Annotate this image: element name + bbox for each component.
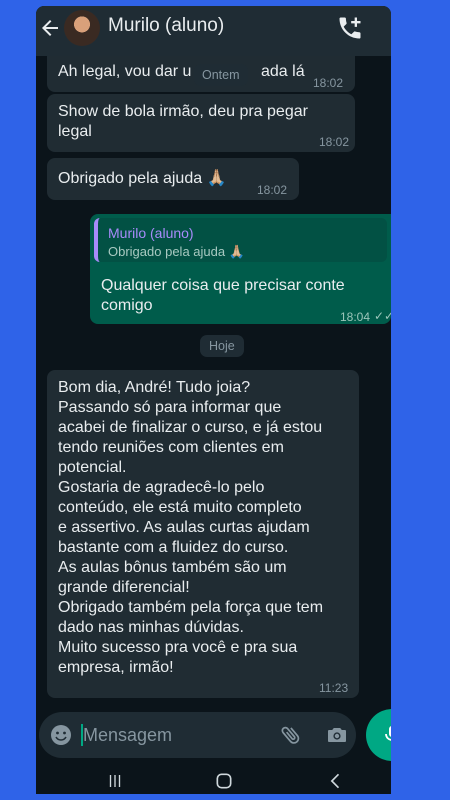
date-pill-hoje: Hoje [200,335,244,357]
message-line: grande diferencial! [58,579,190,596]
message-time: 18:02 [319,135,350,149]
contact-name[interactable]: Murilo (aluno) [108,15,224,37]
home-icon[interactable] [214,771,234,791]
message-line: Gostaria de agradecê-lo pelo [58,479,265,496]
message-line: conteúdo, ele está muito completo [58,499,302,516]
message-line: bastante com a fluidez do curso. [58,539,289,556]
nav-back-icon[interactable] [326,771,346,791]
message-time: 18:02 [257,183,288,197]
message-line: empresa, irmão! [58,659,174,676]
avatar[interactable] [64,10,100,46]
camera-icon[interactable] [325,723,349,747]
message-line: potencial. [58,459,127,476]
paperclip-icon[interactable] [279,723,303,747]
message-bubble[interactable]: Bom dia, André! Tudo joia? Passando só p… [47,370,359,698]
message-text: Qualquer coisa que precisar conte comigo [101,277,345,314]
message-line: tendo reuniões com clientes em [58,439,284,456]
recent-apps-icon[interactable] [104,772,126,790]
system-nav-bar [36,768,391,794]
message-text-tail: ada lá [261,63,305,80]
arrow-left-icon[interactable] [38,16,62,40]
message-line: Passando só para informar que [58,399,282,416]
message-input[interactable]: Mensagem [83,725,172,746]
message-line: Bom dia, André! Tudo joia? [58,379,251,396]
message-text: Show de bola irmão, deu pra pegar legal [58,103,308,140]
date-pill-ontem: Ontem [194,64,248,86]
message-bubble[interactable]: Obrigado pela ajuda 🙏🏼 18:02 [47,158,299,200]
chat-area[interactable]: Ah legal, vou dar u ada lá 18:02 Ontem S… [36,56,391,710]
chat-header: Murilo (aluno) [36,6,391,56]
message-line: dado nas minhas dúvidas. [58,619,244,636]
message-time: 11:23 [319,681,349,695]
message-time: 18:04 [340,310,371,324]
message-text: Obrigado pela ajuda 🙏🏼 [58,170,227,187]
phone-screen: Murilo (aluno) Ah legal, vou dar u ada l… [36,6,391,794]
message-composer[interactable]: Mensagem [39,712,356,758]
add-call-icon[interactable] [336,14,364,42]
emoji-icon[interactable] [49,723,73,747]
message-text: Ah legal, vou dar u [58,63,192,80]
quoted-text: Obrigado pela ajuda 🙏🏼 [108,244,245,259]
message-line: As aulas bônus também são um [58,559,287,576]
message-time: 18:02 [313,76,344,90]
message-line: Obrigado também pela força que tem [58,599,324,616]
message-bubble[interactable]: Show de bola irmão, deu pra pegar legal … [47,94,355,152]
message-line: acabei de finalizar o curso, e já estou [58,419,323,436]
mic-icon [385,726,391,741]
message-bubble-outgoing[interactable]: Murilo (aluno) Obrigado pela ajuda 🙏🏼 Qu… [90,214,391,324]
read-receipt-icon: ✓✓ [374,309,391,323]
mic-button[interactable] [366,709,391,761]
message-line: Muito sucesso pra você e pra sua [58,639,298,656]
quoted-message[interactable]: Murilo (aluno) Obrigado pela ajuda 🙏🏼 [94,218,387,262]
quoted-sender: Murilo (aluno) [108,225,194,241]
message-line: e assertivo. As aulas curtas ajudam [58,519,310,536]
